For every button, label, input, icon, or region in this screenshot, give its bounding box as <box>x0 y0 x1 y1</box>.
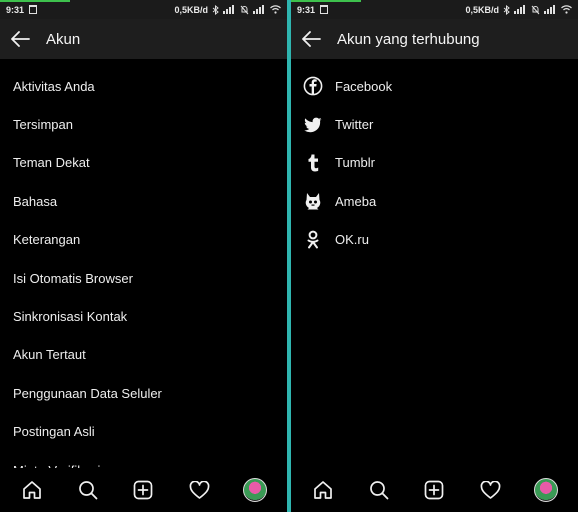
bluetooth-icon <box>212 4 219 15</box>
signal-1-icon <box>514 5 525 14</box>
okru-icon <box>303 230 323 250</box>
activity-heart-icon <box>189 480 210 499</box>
signal-2-icon <box>253 5 264 14</box>
home-icon <box>314 481 332 499</box>
trash-icon <box>320 5 329 14</box>
right-screen: 9:31 0,5KB/d Akun yang terhubung Faceboo… <box>291 0 578 512</box>
linked-item-okru[interactable]: OK.ru <box>291 221 578 259</box>
activity-heart-icon <box>480 480 501 499</box>
status-progress-line <box>0 0 70 2</box>
back-arrow-icon <box>302 31 321 47</box>
home-icon <box>23 481 41 499</box>
wifi-icon <box>270 5 281 14</box>
activity-button[interactable] <box>184 475 214 505</box>
menu-item-penggunaan-data-seluler[interactable]: Penggunaan Data Seluler <box>0 374 287 412</box>
linked-item-label: Twitter <box>335 117 374 133</box>
linked-item-tumblr[interactable]: Tumblr <box>291 144 578 182</box>
search-icon <box>78 481 98 500</box>
profile-button[interactable] <box>240 475 270 505</box>
status-time: 9:31 <box>297 4 316 15</box>
bottom-navigation <box>291 468 578 512</box>
search-button[interactable] <box>73 475 103 505</box>
menu-item-sinkronisasi-kontak[interactable]: Sinkronisasi Kontak <box>0 297 287 335</box>
linked-item-label: OK.ru <box>335 232 369 248</box>
facebook-icon <box>303 76 323 96</box>
signal-1-icon <box>223 5 234 14</box>
search-button[interactable] <box>364 475 394 505</box>
status-bar: 9:31 0,5KB/d <box>0 0 287 19</box>
ameba-icon <box>303 191 323 211</box>
menu-item-aktivitas-anda[interactable]: Aktivitas Anda <box>0 67 287 105</box>
left-screen: 9:31 0,5KB/d Akun Aktivitas Anda Tersimp… <box>0 0 287 512</box>
network-speed: 0,5KB/d <box>465 4 499 15</box>
bluetooth-icon <box>503 4 510 15</box>
page-title: Akun <box>46 30 81 48</box>
tumblr-icon <box>303 153 323 173</box>
wifi-icon <box>561 5 572 14</box>
app-bar: Akun yang terhubung <box>291 19 578 59</box>
profile-avatar <box>243 478 268 502</box>
menu-item-tersimpan[interactable]: Tersimpan <box>0 105 287 143</box>
add-post-icon <box>134 480 153 500</box>
linked-item-label: Facebook <box>335 78 393 94</box>
linked-item-twitter[interactable]: Twitter <box>291 105 578 143</box>
linked-item-label: Ameba <box>335 193 377 209</box>
add-post-button[interactable] <box>128 475 158 505</box>
menu-item-bahasa[interactable]: Bahasa <box>0 182 287 220</box>
status-progress-line <box>291 0 361 2</box>
menu-item-teman-dekat[interactable]: Teman Dekat <box>0 144 287 182</box>
back-button[interactable] <box>0 19 40 59</box>
twitter-icon <box>303 115 323 135</box>
trash-icon <box>29 5 38 14</box>
add-post-button[interactable] <box>419 475 449 505</box>
linked-item-label: Tumblr <box>335 155 375 171</box>
menu-item-keterangan[interactable]: Keterangan <box>0 221 287 259</box>
home-button[interactable] <box>17 475 47 505</box>
status-right-group: 0,5KB/d <box>465 4 572 15</box>
linked-accounts-list: Facebook Twitter Tumblr Ameba OK.ru <box>291 67 578 259</box>
linked-item-ameba[interactable]: Ameba <box>291 182 578 220</box>
search-icon <box>369 481 389 500</box>
mute-bell-icon <box>240 5 249 14</box>
profile-button[interactable] <box>531 475 561 505</box>
signal-2-icon <box>544 5 555 14</box>
back-button[interactable] <box>291 19 331 59</box>
activity-button[interactable] <box>475 475 505 505</box>
bottom-navigation <box>0 468 287 512</box>
menu-item-postingan-asli[interactable]: Postingan Asli <box>0 413 287 451</box>
menu-item-isi-otomatis-browser[interactable]: Isi Otomatis Browser <box>0 259 287 297</box>
settings-menu: Aktivitas Anda Tersimpan Teman Dekat Bah… <box>0 67 287 489</box>
network-speed: 0,5KB/d <box>174 4 208 15</box>
back-arrow-icon <box>11 31 30 47</box>
status-bar: 9:31 0,5KB/d <box>291 0 578 19</box>
page-title: Akun yang terhubung <box>337 30 480 48</box>
status-right-group: 0,5KB/d <box>174 4 281 15</box>
home-button[interactable] <box>308 475 338 505</box>
mute-bell-icon <box>531 5 540 14</box>
linked-item-facebook[interactable]: Facebook <box>291 67 578 105</box>
add-post-icon <box>425 480 444 500</box>
app-bar: Akun <box>0 19 287 59</box>
status-time: 9:31 <box>6 4 25 15</box>
menu-item-akun-tertaut[interactable]: Akun Tertaut <box>0 336 287 374</box>
profile-avatar <box>534 478 559 502</box>
